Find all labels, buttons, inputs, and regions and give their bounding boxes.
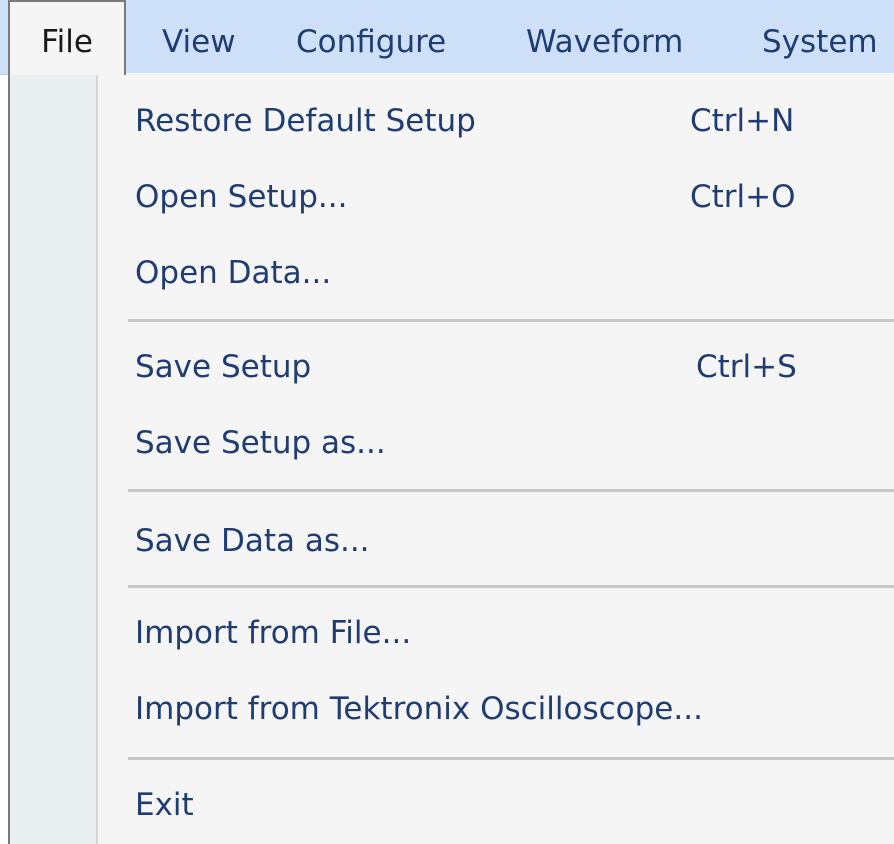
- menu-view[interactable]: View: [162, 0, 236, 75]
- file-menu-dropdown: Restore Default Setup Ctrl+N Open Setup.…: [8, 73, 894, 844]
- menu-waveform[interactable]: Waveform: [526, 0, 683, 75]
- menu-item-import-from-file[interactable]: Import from File...: [10, 595, 894, 671]
- menu-item-save-data-as[interactable]: Save Data as...: [10, 503, 894, 579]
- menu-configure[interactable]: Configure: [296, 0, 446, 75]
- menu-item-restore-default-setup[interactable]: Restore Default Setup Ctrl+N: [10, 83, 894, 159]
- menu-item-label: Exit: [135, 787, 194, 823]
- menu-file[interactable]: File: [8, 0, 126, 75]
- menu-system[interactable]: System: [762, 0, 878, 75]
- app-window: File View Configure Waveform System Rest…: [0, 0, 894, 844]
- menu-item-save-setup-as[interactable]: Save Setup as...: [10, 405, 894, 481]
- menu-item-open-setup[interactable]: Open Setup... Ctrl+O: [10, 159, 894, 235]
- menu-item-label: Save Data as...: [135, 523, 370, 559]
- menu-item-label: Restore Default Setup: [135, 103, 476, 139]
- menu-separator: [128, 585, 894, 588]
- menu-item-shortcut: Ctrl+N: [690, 103, 795, 139]
- menu-item-shortcut: Ctrl+O: [690, 179, 796, 215]
- menu-item-label: Save Setup as...: [135, 425, 386, 461]
- menu-item-label: Save Setup: [135, 349, 312, 385]
- menu-item-label: Import from File...: [135, 615, 412, 651]
- menu-item-exit[interactable]: Exit: [10, 767, 894, 843]
- menu-item-label: Open Data...: [135, 255, 332, 291]
- menu-item-save-setup[interactable]: Save Setup Ctrl+S: [10, 329, 894, 405]
- menu-bar: File View Configure Waveform System: [0, 0, 894, 75]
- menu-separator: [128, 489, 894, 492]
- menu-item-label: Open Setup...: [135, 179, 348, 215]
- menu-item-import-from-tektronix-oscilloscope[interactable]: Import from Tektronix Oscilloscope...: [10, 671, 894, 747]
- menu-item-label: Import from Tektronix Oscilloscope...: [135, 691, 703, 727]
- menu-item-shortcut: Ctrl+S: [696, 349, 797, 385]
- menu-separator: [128, 319, 894, 322]
- menu-item-open-data[interactable]: Open Data...: [10, 235, 894, 311]
- menu-separator: [128, 757, 894, 760]
